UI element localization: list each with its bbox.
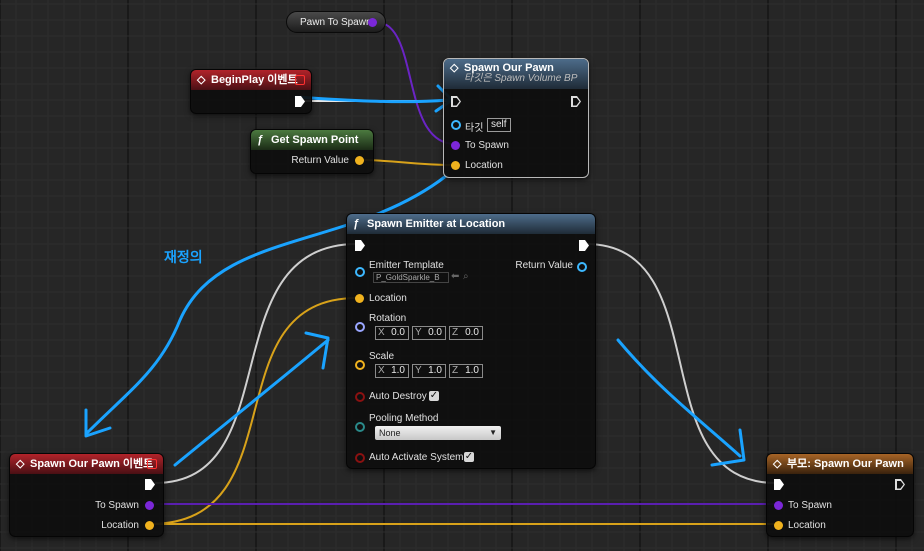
- target-pin[interactable]: [451, 120, 461, 130]
- location-pin[interactable]: [451, 161, 460, 170]
- parent-spawn-header: ◇ 부모: Spawn Our Pawn: [767, 454, 913, 474]
- search-icon[interactable]: ⌕: [463, 271, 469, 282]
- scale-y-field[interactable]: Y 1.0: [412, 364, 446, 378]
- beginplay-header: ◇ BeginPlay 이벤트: [191, 70, 311, 90]
- return-value-label: Return Value: [291, 155, 349, 166]
- pooling-method-pin[interactable]: [355, 422, 365, 432]
- delegate-pin-icon[interactable]: [147, 459, 157, 469]
- diamond-icon: ◇: [197, 74, 206, 86]
- rotation-y-field[interactable]: Y 0.0: [412, 326, 446, 340]
- spawn-emitter-header: ƒ Spawn Emitter at Location: [347, 214, 595, 234]
- scale-fields[interactable]: X 1.0 Y 1.0 Z 1.0: [375, 364, 483, 378]
- emitter-template-pin[interactable]: [355, 267, 365, 277]
- spawn-event-exec-out-pin[interactable]: [145, 479, 155, 490]
- parent-to-spawn-label: To Spawn: [788, 500, 832, 511]
- auto-activate-pin[interactable]: [355, 453, 365, 463]
- spawn-event-header: ◇ Spawn Our Pawn 이벤트: [10, 454, 163, 474]
- location-label: Location: [465, 160, 503, 171]
- return-value-pin[interactable]: [355, 156, 364, 165]
- emitter-template-label: Emitter Template: [369, 260, 444, 271]
- rotation-pin[interactable]: [355, 322, 365, 332]
- parent-to-spawn-pin[interactable]: [774, 501, 783, 510]
- auto-activate-checkbox[interactable]: ✓: [464, 452, 474, 462]
- spawn-call-exec-out-pin[interactable]: [571, 96, 581, 107]
- spawn-event-title: Spawn Our Pawn 이벤트: [30, 458, 154, 470]
- diamond-icon: ◇: [773, 458, 782, 470]
- spawn-emitter-title: Spawn Emitter at Location: [367, 218, 506, 230]
- target-label: 타깃: [465, 123, 484, 134]
- spawn-call-exec-in-pin[interactable]: [451, 96, 461, 107]
- parent-spawn-title: 부모: Spawn Our Pawn: [787, 458, 904, 470]
- function-icon: ƒ: [353, 218, 360, 230]
- rotation-x-field[interactable]: X 0.0: [375, 326, 409, 340]
- parent-location-label: Location: [788, 520, 826, 531]
- delegate-pin-icon[interactable]: [295, 75, 305, 85]
- spawn-our-pawn-call-header: ◇ Spawn Our Pawn 타깃은 Spawn Volume BP: [444, 59, 588, 89]
- event-location-label: Location: [101, 520, 139, 531]
- emitter-location-label: Location: [369, 293, 407, 304]
- diamond-icon: ◇: [450, 62, 459, 74]
- pawn-to-spawn-variable-node[interactable]: Pawn To Spawn: [286, 11, 386, 33]
- event-to-spawn-label: To Spawn: [95, 500, 139, 511]
- event-to-spawn-pin[interactable]: [145, 501, 154, 510]
- browse-arrow-icon[interactable]: ⬅: [451, 271, 459, 282]
- auto-destroy-label: Auto Destroy: [369, 391, 427, 402]
- emitter-template-dropdown[interactable]: P_GoldSparkle_B: [373, 272, 449, 283]
- to-spawn-label: To Spawn: [465, 140, 509, 151]
- auto-activate-label: Auto Activate System: [369, 452, 464, 463]
- scale-label: Scale: [369, 351, 395, 362]
- emitter-location-pin[interactable]: [355, 294, 364, 303]
- auto-destroy-checkbox[interactable]: ✓: [429, 391, 439, 401]
- rotation-z-field[interactable]: Z 0.0: [449, 326, 483, 340]
- annotation-text: 재정의: [164, 249, 203, 265]
- rotation-fields[interactable]: X 0.0 Y 0.0 Z 0.0: [375, 326, 483, 340]
- scale-pin[interactable]: [355, 360, 365, 370]
- pawn-to-spawn-label: Pawn To Spawn: [300, 17, 372, 28]
- dropdown-arrow-icon: ▼: [489, 428, 497, 437]
- rotation-label: Rotation: [369, 313, 407, 324]
- pawn-to-spawn-output-pin[interactable]: [368, 18, 377, 27]
- target-self-box: self: [487, 118, 511, 132]
- scale-x-field[interactable]: X 1.0: [375, 364, 409, 378]
- pooling-method-value: None: [379, 428, 401, 438]
- spawn-emitter-node[interactable]: ƒ Spawn Emitter at Location Emitter Temp…: [346, 213, 596, 469]
- beginplay-title: BeginPlay 이벤트: [211, 74, 298, 86]
- parent-spawn-our-pawn-node[interactable]: ◇ 부모: Spawn Our Pawn To Spawn Location: [766, 453, 914, 537]
- parent-exec-out-pin[interactable]: [895, 479, 905, 490]
- beginplay-event-node[interactable]: ◇ BeginPlay 이벤트: [190, 69, 312, 114]
- function-icon: ƒ: [257, 134, 264, 146]
- emitter-exec-in-pin[interactable]: [355, 240, 365, 251]
- spawn-our-pawn-call-node[interactable]: ◇ Spawn Our Pawn 타깃은 Spawn Volume BP 타깃 …: [443, 58, 589, 178]
- to-spawn-pin[interactable]: [451, 141, 460, 150]
- auto-destroy-pin[interactable]: [355, 392, 365, 402]
- parent-exec-in-pin[interactable]: [774, 479, 784, 490]
- spawn-our-pawn-event-node[interactable]: ◇ Spawn Our Pawn 이벤트 To Spawn Location: [9, 453, 164, 537]
- spawn-our-pawn-call-subtitle: 타깃은 Spawn Volume BP: [464, 73, 578, 84]
- emitter-return-pin[interactable]: [577, 262, 587, 272]
- get-spawn-point-header: ƒ Get Spawn Point: [251, 130, 373, 150]
- parent-location-pin[interactable]: [774, 521, 783, 530]
- event-location-pin[interactable]: [145, 521, 154, 530]
- scale-z-field[interactable]: Z 1.0: [449, 364, 483, 378]
- beginplay-exec-out-pin[interactable]: [295, 96, 305, 107]
- diamond-icon: ◇: [16, 458, 25, 470]
- get-spawn-point-node[interactable]: ƒ Get Spawn Point Return Value: [250, 129, 374, 174]
- get-spawn-point-title: Get Spawn Point: [271, 134, 359, 146]
- pooling-method-dropdown[interactable]: None ▼: [375, 426, 501, 440]
- pooling-method-label: Pooling Method: [369, 413, 439, 424]
- emitter-return-label: Return Value: [515, 260, 573, 271]
- emitter-exec-out-pin[interactable]: [579, 240, 589, 251]
